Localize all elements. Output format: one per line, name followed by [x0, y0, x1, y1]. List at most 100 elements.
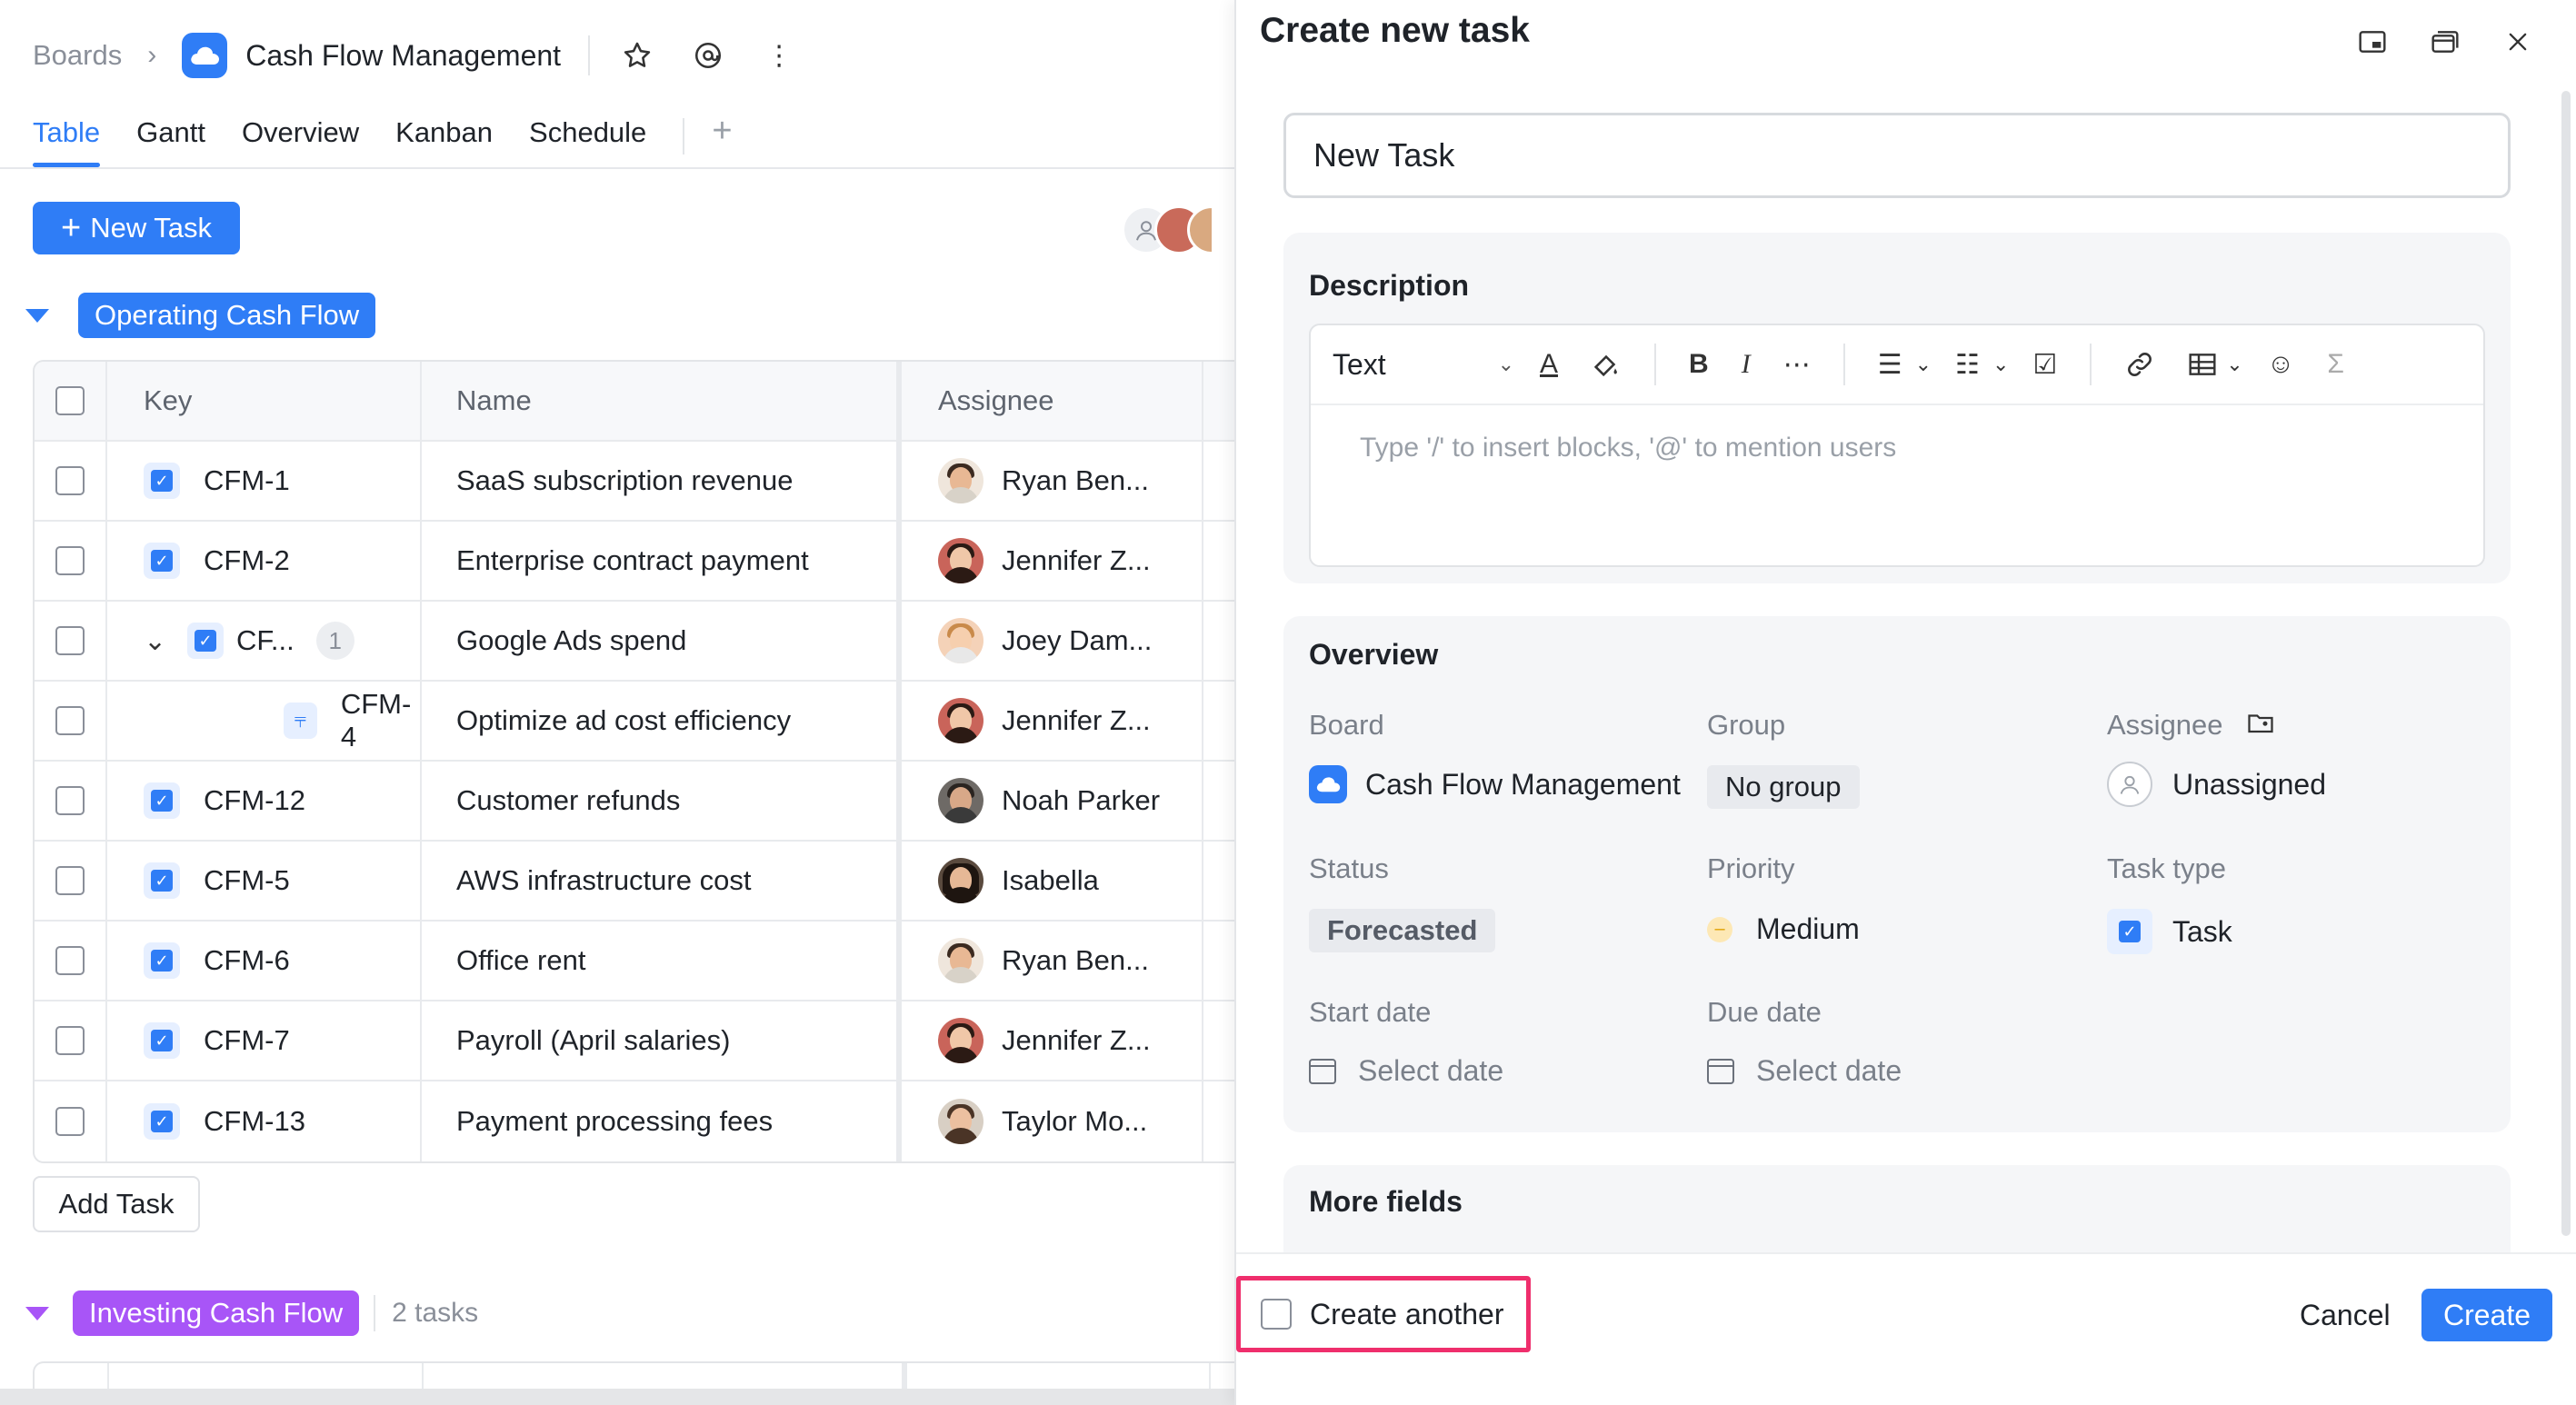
- emoji-icon[interactable]: ☺: [2267, 349, 2295, 380]
- panel-scrollbar[interactable]: [2561, 91, 2571, 1236]
- description-editor[interactable]: Text ⌄ A B I ⋯ ☰ ⌄ ☷ ⌄ ☑ ⌄ ☺ Σ Type '/' …: [1309, 324, 2485, 567]
- assignee-name[interactable]: Ryan Ben...: [1002, 464, 1149, 497]
- table-row[interactable]: ✓ CFM-5 AWS infrastructure cost Isabella: [35, 842, 1234, 922]
- tab-table[interactable]: Table: [33, 111, 101, 167]
- chevron-down-icon[interactable]: ⌄: [1992, 353, 2009, 376]
- row-checkbox[interactable]: [55, 1107, 85, 1136]
- group-header-investing[interactable]: Investing Cash Flow 2 tasks: [25, 1290, 478, 1336]
- task-key[interactable]: CFM-13: [204, 1105, 305, 1138]
- row-checkbox[interactable]: [55, 706, 85, 735]
- tab-overview[interactable]: Overview: [242, 111, 359, 167]
- task-name[interactable]: Payment processing fees: [456, 1105, 773, 1138]
- highlight-icon[interactable]: [1591, 349, 1622, 380]
- task-key[interactable]: CFM-1: [204, 464, 290, 497]
- tab-schedule[interactable]: Schedule: [529, 111, 646, 167]
- row-checkbox[interactable]: [55, 626, 85, 655]
- italic-icon[interactable]: I: [1742, 349, 1751, 380]
- numbered-list-icon[interactable]: ☷: [1955, 349, 1980, 381]
- select-all-checkbox[interactable]: [55, 386, 85, 415]
- board-field-value[interactable]: Cash Flow Management: [1309, 765, 1681, 803]
- table-row[interactable]: ✓ CFM-7 Payroll (April salaries) Jennifer…: [35, 1001, 1234, 1081]
- table-row[interactable]: ✓ CFM-13 Payment processing fees Taylor M…: [35, 1081, 1234, 1161]
- task-name[interactable]: Office rent: [456, 944, 585, 977]
- add-tab-button[interactable]: +: [712, 111, 732, 151]
- column-header-name[interactable]: Name: [422, 362, 902, 440]
- row-checkbox[interactable]: [55, 866, 85, 895]
- task-name[interactable]: Customer refunds: [456, 784, 680, 817]
- watch-icon[interactable]: [688, 35, 728, 75]
- assignee-name[interactable]: Isabella: [1002, 864, 1099, 897]
- assignee-name[interactable]: Ryan Ben...: [1002, 944, 1149, 977]
- tab-kanban[interactable]: Kanban: [395, 111, 493, 167]
- text-color-icon[interactable]: A: [1540, 349, 1558, 380]
- task-name[interactable]: AWS infrastructure cost: [456, 864, 751, 897]
- table-row[interactable]: ⌄ ✓ CF... 1 Google Ads spend Joey Dam...: [35, 602, 1234, 682]
- assignee-name[interactable]: Jennifer Z...: [1002, 544, 1151, 577]
- chevron-down-icon[interactable]: ⌄: [1915, 353, 1932, 376]
- row-checkbox[interactable]: [55, 786, 85, 815]
- task-key[interactable]: CFM-12: [204, 784, 305, 817]
- task-key[interactable]: CFM-5: [204, 864, 290, 897]
- assignee-name[interactable]: Noah Parker: [1002, 784, 1160, 817]
- caret-down-icon[interactable]: [25, 308, 49, 323]
- row-checkbox[interactable]: [55, 1026, 85, 1055]
- link-icon[interactable]: [2124, 349, 2155, 380]
- more-vertical-icon[interactable]: ⋮: [759, 35, 799, 75]
- board-members[interactable]: [1122, 205, 1214, 254]
- task-name[interactable]: SaaS subscription revenue: [456, 464, 794, 497]
- breadcrumb-boards-link[interactable]: Boards: [33, 39, 122, 72]
- group-field-value[interactable]: No group: [1707, 765, 1860, 809]
- create-another-checkbox[interactable]: [1261, 1299, 1292, 1330]
- table-icon[interactable]: [2188, 352, 2217, 377]
- new-task-button[interactable]: + New Task: [33, 202, 240, 254]
- column-header-assignee[interactable]: Assignee: [902, 362, 1203, 440]
- table-row[interactable]: ✓ CFM-2 Enterprise contract payment Jenni…: [35, 522, 1234, 602]
- create-button[interactable]: Create: [2421, 1289, 2552, 1341]
- more-horizontal-icon[interactable]: ⋯: [1783, 349, 1811, 381]
- more-fields-section[interactable]: More fields: [1283, 1165, 2511, 1252]
- row-checkbox[interactable]: [55, 546, 85, 575]
- task-key[interactable]: CFM-4: [341, 688, 420, 753]
- task-name[interactable]: Optimize ad cost efficiency: [456, 704, 791, 737]
- tab-gantt[interactable]: Gantt: [136, 111, 205, 167]
- assignee-field-value[interactable]: Unassigned: [2107, 762, 2326, 807]
- priority-field-value[interactable]: – Medium: [1707, 912, 1860, 946]
- task-key[interactable]: CFM-2: [204, 544, 290, 577]
- close-icon[interactable]: [2498, 22, 2538, 62]
- star-icon[interactable]: [617, 35, 657, 75]
- table-row[interactable]: ✓ CFM-1 SaaS subscription revenue Ryan Be…: [35, 442, 1234, 522]
- folder-user-icon[interactable]: [2247, 709, 2274, 742]
- task-key[interactable]: CFM-6: [204, 944, 290, 977]
- due-date-picker[interactable]: Select date: [1707, 1054, 1902, 1088]
- assignee-name[interactable]: Joey Dam...: [1002, 624, 1152, 657]
- column-header-key[interactable]: Key: [107, 362, 422, 440]
- assignee-name[interactable]: Jennifer Z...: [1002, 1024, 1151, 1057]
- task-key[interactable]: CF...: [236, 624, 295, 657]
- sigma-icon[interactable]: Σ: [2327, 349, 2344, 380]
- row-checkbox[interactable]: [55, 466, 85, 495]
- create-another-toggle[interactable]: Create another: [1236, 1276, 1531, 1352]
- horizontal-scrollbar[interactable]: [0, 1389, 1234, 1405]
- group-header-operating[interactable]: Operating Cash Flow: [25, 293, 376, 338]
- task-name[interactable]: Payroll (April salaries): [456, 1024, 730, 1057]
- table-row[interactable]: ✓ CFM-6 Office rent Ryan Ben...: [35, 922, 1234, 1001]
- caret-down-icon[interactable]: [25, 1306, 49, 1320]
- assignee-name[interactable]: Jennifer Z...: [1002, 704, 1151, 737]
- checklist-icon[interactable]: ☑: [2032, 349, 2057, 381]
- chevron-down-icon[interactable]: ⌄: [2226, 353, 2242, 376]
- task-name[interactable]: Google Ads spend: [456, 624, 686, 657]
- row-checkbox[interactable]: [55, 946, 85, 975]
- bullet-list-icon[interactable]: ☰: [1878, 349, 1902, 381]
- dock-panel-icon[interactable]: [2352, 22, 2392, 62]
- start-date-picker[interactable]: Select date: [1309, 1054, 1503, 1088]
- tasktype-field-value[interactable]: ✓ Task: [2107, 909, 2232, 954]
- status-field-value[interactable]: Forecasted: [1309, 909, 1496, 952]
- text-style-dropdown[interactable]: Text ⌄: [1333, 348, 1514, 382]
- chevron-down-icon[interactable]: ⌄: [144, 625, 171, 657]
- assignee-name[interactable]: Taylor Mo...: [1002, 1105, 1147, 1138]
- open-fullscreen-icon[interactable]: [2425, 22, 2465, 62]
- task-name[interactable]: Enterprise contract payment: [456, 544, 809, 577]
- bold-icon[interactable]: B: [1689, 349, 1709, 380]
- table-row[interactable]: ✓ CFM-12 Customer refunds Noah Parker: [35, 762, 1234, 842]
- cancel-button[interactable]: Cancel: [2281, 1289, 2409, 1341]
